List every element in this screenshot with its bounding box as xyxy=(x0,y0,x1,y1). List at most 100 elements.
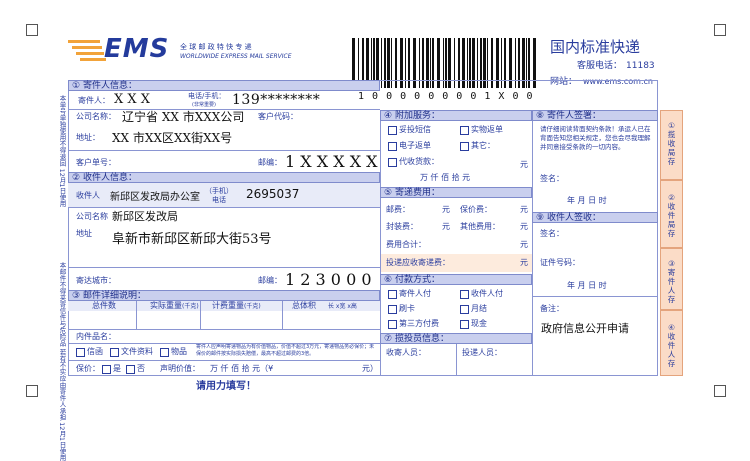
item-section-title: 邮件详细说明： xyxy=(82,291,146,301)
item-divider-3 xyxy=(68,360,380,361)
recipient-name-label: 收件人 xyxy=(76,191,100,200)
declared-value-close: 元） xyxy=(362,364,378,373)
sender-phone: 139******** xyxy=(232,92,321,108)
insure-yes-checkbox[interactable] xyxy=(102,365,111,374)
recipient-company: 新邱区发改局 xyxy=(112,210,178,223)
sender-section-header: ① 寄件人信息： xyxy=(68,80,380,91)
sender-order-label: 客户单号： xyxy=(76,158,116,167)
insure-no-label: 否 xyxy=(137,364,145,373)
addon-ereceipt-checkbox[interactable] xyxy=(388,142,397,151)
sender-address: XX 市XX区XX街XX号 xyxy=(112,131,233,145)
copy-tab-1-c3: 局 xyxy=(667,148,676,157)
fees-section-header: ⑤ 寄递费用： xyxy=(380,187,532,198)
recipient-zip: 1 2 3 0 0 0 xyxy=(285,270,372,289)
recipient-zip-label: 邮编： xyxy=(258,276,282,285)
staff-divider xyxy=(456,344,457,376)
copy-tab-2-num: ② xyxy=(668,193,675,202)
sender-sign-section-title: 寄件人签署： xyxy=(546,111,601,121)
sender-sign-section-header: ⑧ 寄件人签署： xyxy=(532,110,658,121)
vertical-note-1: 本单号单独使用不得退回 12月1日使用 xyxy=(58,95,66,207)
item-charge-weight-unit: (千克) xyxy=(244,303,261,310)
packing-fee-yuan: 元 xyxy=(442,222,450,231)
sender-company: 辽宁省 XX 市XXX公司 xyxy=(122,110,245,124)
other-fee-label: 其他费用： xyxy=(460,222,500,231)
pay-card-checkbox[interactable] xyxy=(388,305,397,314)
recipient-address: 阜新市新邱区新邱大街53号 xyxy=(112,232,272,247)
copy-tab-3-c2: 件 xyxy=(667,277,676,286)
vertical-note-2: 本邮件不得夹寄信件与危险品 若有不实应由寄件人承担 12月1日使用 xyxy=(58,262,66,461)
type-goods-checkbox[interactable] xyxy=(160,348,169,357)
payment-section-header: ⑥ 付款方式： xyxy=(380,274,532,285)
addon-other-checkbox[interactable] xyxy=(460,142,469,151)
registration-mark-top-right xyxy=(714,24,726,36)
pay-thirdparty-label: 第三方付费 xyxy=(399,319,439,328)
registration-mark-bottom-right xyxy=(714,385,726,397)
pay-sender-checkbox[interactable] xyxy=(388,290,397,299)
addon-sms-label: 妥投短信 xyxy=(399,125,431,134)
addon-receipt-checkbox[interactable] xyxy=(460,126,469,135)
other-fee-yuan: 元 xyxy=(520,222,528,231)
item-volume-label: 总体积 xyxy=(292,301,316,310)
insure-no-checkbox[interactable] xyxy=(126,365,135,374)
pay-recipient-label: 收件人付 xyxy=(471,289,503,298)
addon-cod-checkbox[interactable] xyxy=(388,158,397,167)
item-charge-weight-text: 计费重量 xyxy=(212,301,244,310)
copy-tab-4-c1: 收 xyxy=(667,332,676,341)
recipient-section-header: ② 收件人信息： xyxy=(68,172,380,183)
pay-cash-checkbox[interactable] xyxy=(460,320,469,329)
service-title: 国内标准快递 xyxy=(550,38,641,56)
sender-company-label: 公司名称： xyxy=(76,112,116,121)
recipient-address-label: 地址 xyxy=(76,229,92,238)
addon-sms-checkbox[interactable] xyxy=(388,126,397,135)
item-contents-label: 内件品名： xyxy=(76,332,116,341)
copy-tab-2-c2: 件 xyxy=(667,211,676,220)
item-col-div-1 xyxy=(136,301,137,329)
item-divider-1 xyxy=(68,329,380,330)
type-letter-checkbox[interactable] xyxy=(76,348,85,357)
insure-fee-label: 保价费： xyxy=(460,205,492,214)
copy-tab-4-c2: 件 xyxy=(667,341,676,350)
sender-divider-2 xyxy=(68,150,380,151)
addon-receipt-label: 实物返单 xyxy=(471,125,503,134)
sender-code-label: 客户代码： xyxy=(258,112,298,121)
item-count-label: 总件数 xyxy=(92,301,116,310)
addon-cod-amount-units: 万 仟 佰 拾 元 xyxy=(420,173,471,182)
pay-sender-label: 寄件人付 xyxy=(399,289,431,298)
item-actual-weight-text: 实际重量 xyxy=(150,301,182,310)
copy-tab-2-c1: 收 xyxy=(667,202,676,211)
fees-section-title: 寄递费用： xyxy=(394,188,440,198)
addon-section-title: 附加服务： xyxy=(394,111,440,121)
pay-thirdparty-checkbox[interactable] xyxy=(388,320,397,329)
postage-label: 邮费： xyxy=(386,205,410,214)
hotline: 客服电话： 11183 xyxy=(577,58,655,71)
copy-tab-3: ③ 寄件人存 xyxy=(660,248,683,310)
copy-tab-2: ② 收件局存 xyxy=(660,180,683,248)
copy-tab-3-num: ③ xyxy=(668,259,675,268)
copy-tab-3-c1: 寄 xyxy=(667,268,676,277)
copy-tab-1: ① 揽收局存 xyxy=(660,110,683,180)
delivery-fee-label: 投递应收寄递费： xyxy=(386,258,450,267)
copy-tab-4-c3: 人 xyxy=(667,350,676,359)
copy-tab-2-c3: 局 xyxy=(667,220,676,229)
type-document-checkbox[interactable] xyxy=(110,348,119,357)
copy-tab-1-c4: 存 xyxy=(667,157,676,166)
copy-tab-4: ④ 收件人存 xyxy=(660,310,683,376)
delivery-fee-yuan: 元 xyxy=(520,258,528,267)
insurance-notice: 寄件人应声明寄递物品为有价值物品，价值不超过3万元，寄递物品务必保价；未保价的邮… xyxy=(196,344,375,357)
pay-card-label: 刷卡 xyxy=(399,304,415,313)
pay-monthly-checkbox[interactable] xyxy=(460,305,469,314)
sender-address-label: 地址： xyxy=(76,133,100,142)
item-volume-dims: 长 x宽 x高 xyxy=(328,303,357,310)
delivery-staff-label: 投递人员： xyxy=(462,348,502,357)
pay-recipient-checkbox[interactable] xyxy=(460,290,469,299)
pay-cash-label: 现金 xyxy=(471,319,487,328)
declared-value-label: 声明价值： xyxy=(160,364,200,373)
sender-name-label: 寄件人： xyxy=(78,96,110,105)
payment-section-title: 付款方式： xyxy=(394,275,440,285)
type-letter-label: 信函 xyxy=(87,347,103,356)
pay-monthly-label: 月结 xyxy=(471,304,487,313)
recipient-phone: 2695037 xyxy=(246,187,300,201)
hotline-label: 客服电话： xyxy=(577,61,623,71)
recipient-sign-divider xyxy=(532,296,658,297)
sender-sign-label: 签名： xyxy=(540,174,564,183)
